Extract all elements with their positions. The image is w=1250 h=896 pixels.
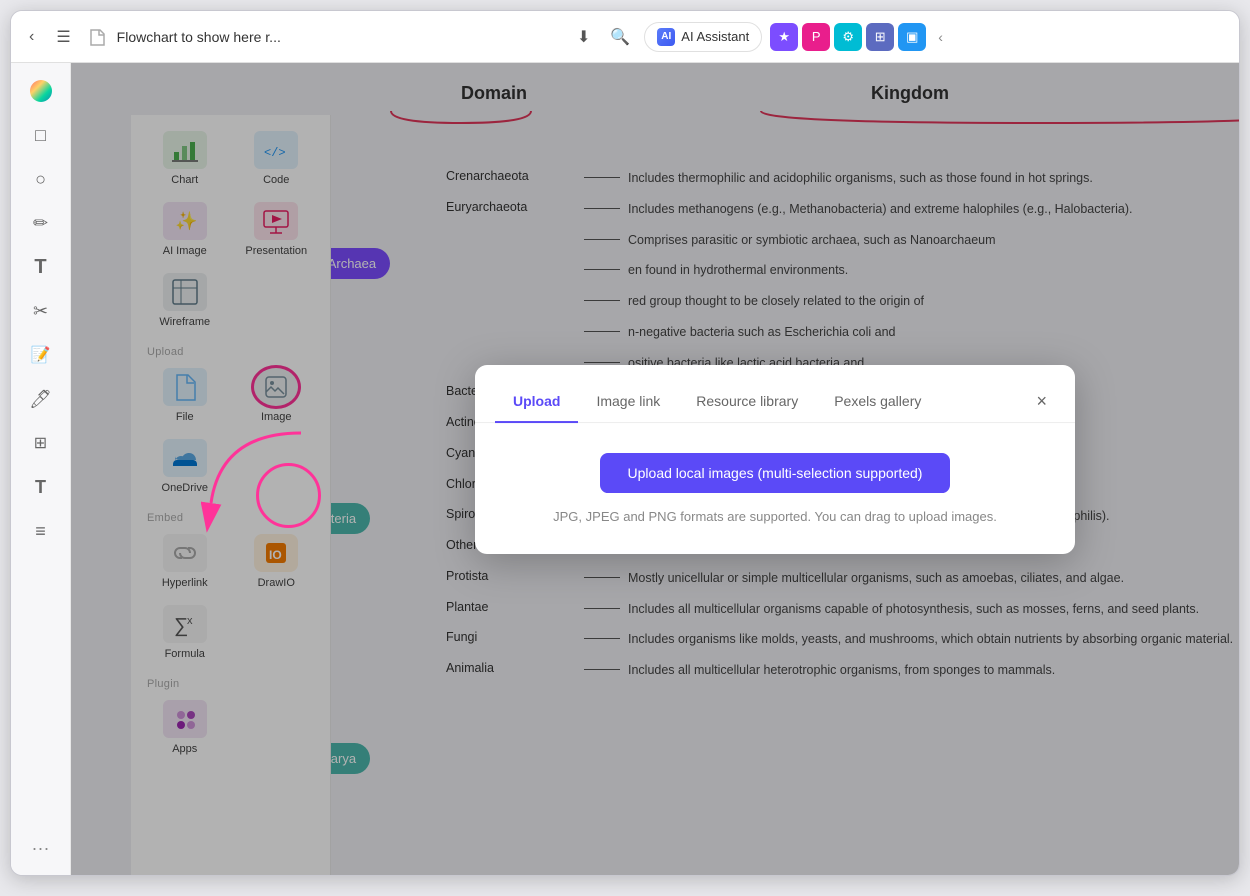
sidebar-icon-scissors[interactable]: ✂ <box>21 291 61 331</box>
sidebar-icon-circle[interactable]: ○ <box>21 159 61 199</box>
upload-local-images-button[interactable]: Upload local images (multi-selection sup… <box>600 453 951 493</box>
sidebar-icon-text[interactable]: T <box>21 247 61 287</box>
table-icon: ⊞ <box>34 433 47 453</box>
sidebar-icon-square[interactable]: □ <box>21 115 61 155</box>
sidebar-icon-eraser[interactable]: 🖊 <box>21 379 61 419</box>
toolbar-icon-blue[interactable]: ▣ <box>898 23 926 51</box>
lines-icon: ≡ <box>35 521 46 542</box>
ai-assistant-label: AI Assistant <box>681 29 749 44</box>
toolbar-icon-pink[interactable]: P <box>802 23 830 51</box>
back-icon: ‹ <box>29 28 34 46</box>
modal-tab-pexels[interactable]: Pexels gallery <box>816 381 939 423</box>
modal-close-button[interactable]: × <box>1028 383 1055 420</box>
text-icon: T <box>34 256 46 279</box>
canvas-area: Chart </> Code ✨ AI Image <box>71 63 1239 875</box>
sidebar-icon-text2[interactable]: T <box>21 467 61 507</box>
toolbar-chevron-button[interactable]: ‹ <box>934 25 947 49</box>
download-icon: ⬇ <box>577 27 590 47</box>
square-icon: □ <box>35 125 46 146</box>
sidebar-more-button[interactable]: ··· <box>24 830 58 867</box>
modal-tab-upload[interactable]: Upload <box>495 381 578 423</box>
sticky-icon: 📝 <box>31 345 51 365</box>
sidebar-icon-table[interactable]: ⊞ <box>21 423 61 463</box>
circle-icon: ○ <box>35 169 46 190</box>
toolbar: ‹ ☰ Flowchart to show here r... ⬇ 🔍 AI A… <box>11 11 1239 63</box>
ai-icon: AI <box>657 28 675 46</box>
sidebar-icon-sticky[interactable]: 📝 <box>21 335 61 375</box>
toolbar-icons: ★ P ⚙ ⊞ ▣ <box>770 23 926 51</box>
back-button[interactable]: ‹ <box>23 22 40 52</box>
modal-header: Upload Image link Resource library Pexel… <box>475 365 1075 423</box>
download-button[interactable]: ⬇ <box>571 21 596 53</box>
upload-hint-text: JPG, JPEG and PNG formats are supported.… <box>553 509 997 524</box>
scissors-icon: ✂ <box>33 301 48 322</box>
search-icon: 🔍 <box>610 27 630 47</box>
search-button[interactable]: 🔍 <box>604 21 636 53</box>
eraser-icon: 🖊 <box>29 389 52 410</box>
pen-icon: ✏ <box>33 213 48 234</box>
modal-body: Upload local images (multi-selection sup… <box>475 423 1075 554</box>
toolbar-icon-teal[interactable]: ⚙ <box>834 23 862 51</box>
text2-icon: T <box>35 477 46 498</box>
upload-modal: Upload Image link Resource library Pexel… <box>475 365 1075 554</box>
ai-assistant-button[interactable]: AI AI Assistant <box>644 22 762 52</box>
app-window: ‹ ☰ Flowchart to show here r... ⬇ 🔍 AI A… <box>10 10 1240 876</box>
sidebar-icon-palette[interactable] <box>21 71 61 111</box>
toolbar-icon-grid[interactable]: ⊞ <box>866 23 894 51</box>
menu-button[interactable]: ☰ <box>50 21 76 53</box>
palette-icon <box>30 80 52 102</box>
modal-tab-resource-library[interactable]: Resource library <box>678 381 816 423</box>
left-sidebar: □ ○ ✏ T ✂ 📝 🖊 ⊞ T <box>11 63 71 875</box>
modal-tab-image-link[interactable]: Image link <box>578 381 678 423</box>
main-area: □ ○ ✏ T ✂ 📝 🖊 ⊞ T <box>11 63 1239 875</box>
doc-icon <box>87 27 107 47</box>
toolbar-icon-purple[interactable]: ★ <box>770 23 798 51</box>
doc-title: Flowchart to show here r... <box>117 29 281 45</box>
sidebar-icon-pen[interactable]: ✏ <box>21 203 61 243</box>
sidebar-icon-lines[interactable]: ≡ <box>21 511 61 551</box>
menu-icon: ☰ <box>56 27 70 47</box>
